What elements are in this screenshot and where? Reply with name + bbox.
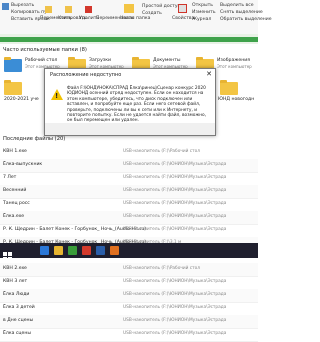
tile-new-year-title[interactable]: ЮНД новогодн [218, 97, 254, 102]
ribbon-invert-selection[interactable]: Обратить выделение [220, 17, 272, 22]
file-row[interactable]: КВН 1.exe USB-накопитель (F:)\Рабочий сто… [0, 146, 258, 160]
taskbar-app-icon[interactable] [82, 246, 91, 255]
tile-documents-title[interactable]: Документы [153, 58, 181, 63]
file-name: Ёлка.exe [3, 214, 25, 219]
ribbon-new[interactable]: Создать [142, 11, 162, 16]
school-year-folder-icon[interactable] [4, 80, 22, 95]
file-row[interactable]: Ёлка-выпускник USB-накопитель (F:)\ЮНИОН\… [0, 159, 258, 173]
move-icon[interactable] [45, 6, 52, 13]
tile-pictures-title[interactable]: Изображения [217, 58, 250, 63]
desktop-folder-icon[interactable] [4, 57, 22, 72]
file-name: КВН 3 лет [3, 279, 28, 284]
ribbon: Вырезать Копировать путь Вставить ярлык … [0, 0, 272, 35]
taskbar-app-icon[interactable] [110, 246, 119, 255]
start-button-icon[interactable] [3, 246, 12, 261]
file-path: USB-накопитель (F:)\ЮНИОН\Музыка\Эстрада [123, 318, 227, 323]
file-row[interactable]: КВН 3 лет USB-накопитель (F:)\ЮНИОН\Музык… [0, 276, 258, 290]
tile-downloads-title[interactable]: Загрузки [89, 58, 111, 63]
dialog-title: Расположение недоступно [50, 72, 122, 78]
dialog-footer [45, 123, 215, 135]
file-row[interactable]: Р. К. Щедрин - Балет Конек - Горбунок_ Н… [0, 224, 258, 238]
recent-files-title: Последние файлы (20) [3, 136, 66, 142]
file-path: USB-накопитель (F:)\ЮНИОН\Музыка\Эстрада [123, 214, 227, 219]
file-row[interactable]: в Дне сцены USB-накопитель (F:)\ЮНИОН\Муз… [0, 315, 258, 329]
file-path: USB-накопитель (F:)\Рабочий стол [123, 149, 201, 154]
taskbar-app-icon[interactable] [54, 246, 63, 255]
file-name: Весенний [3, 188, 27, 193]
file-name: Ёлка Люди [3, 292, 30, 297]
file-row[interactable]: КВН 2.exe USB-накопитель (F:)\Рабочий сто… [0, 263, 258, 277]
file-row[interactable]: Ёлка 3 детей USB-накопитель (F:)\ЮНИОН\Му… [0, 302, 258, 316]
file-path: USB-накопитель (F:)\ЮНИОН\Музыка\Эстрада [123, 279, 227, 284]
file-row[interactable]: Весенний USB-накопитель (F:)\ЮНИОН\Музыка… [0, 185, 258, 199]
file-name: КВН 1.exe [3, 149, 27, 154]
delete-icon[interactable] [85, 6, 92, 13]
properties-icon[interactable] [178, 4, 187, 13]
tile-desktop-title[interactable]: Рабочий стол [25, 58, 57, 63]
file-name: Ёлка сцены [3, 331, 31, 336]
ribbon-select-all[interactable]: Выделить все [220, 3, 254, 8]
ribbon-select-none[interactable]: Снять выделение [220, 10, 263, 15]
file-row[interactable]: 7 Лет USB-накопитель (F:)\ЮНИОН\Музыка\Эс… [0, 172, 258, 186]
file-name: в Дне сцены [3, 318, 34, 323]
ribbon-history[interactable]: Журнал [192, 17, 211, 22]
file-name: Ёлка 3 детей [3, 305, 35, 310]
file-name: 7 Лет [3, 175, 17, 180]
pin-icon[interactable] [2, 3, 9, 10]
file-path: USB-накопитель (F:)\ЮНИОН\Музыка\Эстрада [123, 175, 227, 180]
ribbon-edit[interactable]: Изменить [192, 10, 216, 15]
file-name: Танец росс [3, 201, 30, 206]
file-path: USB-накопитель (F:)\ЮНИОН\Музыка\Эстрада [123, 305, 227, 310]
progress-fill [0, 37, 258, 42]
file-path: USB-накопитель (F:)\ЮНИОН\Музыка\Эстрада [123, 331, 227, 336]
file-row[interactable]: Ёлка.exe USB-накопитель (F:)\ЮНИОН\Музыка… [0, 211, 258, 225]
frequent-folders-title: Часто используемые папки (8) [3, 47, 87, 53]
ribbon-easy-access[interactable]: Простой доступ [142, 4, 181, 9]
close-icon[interactable]: ✕ [206, 70, 212, 78]
taskbar-app-icon[interactable] [96, 246, 105, 255]
file-path: USB-накопитель (F:)\ЮНИОН\Музыка\Эстрада [123, 162, 227, 167]
file-row[interactable]: Ёлка сцены USB-накопитель (F:)\ЮНИОН\Музы… [0, 328, 258, 342]
file-path: USB-накопитель (F:)\ЮНИОН\Музыка\Эстрада [123, 292, 227, 297]
file-path: USB-накопитель (F:)\ЮНИОН\Музыка\Эстрада [123, 188, 227, 193]
location-unavailable-dialog: Расположение недоступно ✕ ! Файл F:\ЮНДУ… [44, 68, 216, 136]
file-path: USB-накопитель (F:)\ЮНИОН\Музыка\Эстрада [123, 227, 227, 232]
dialog-message: Файл F:\ЮНДУНОКА\СПРАД Ёлка\ринец\Сценар… [67, 86, 207, 124]
taskbar [0, 243, 258, 258]
file-path: USB-накопитель (F:)\ЮНИОН\Музыка\Эстрада [123, 201, 227, 206]
tile-pictures-subtitle: Этот компьютер [217, 64, 252, 69]
file-name: КВН 2.exe [3, 266, 27, 271]
tile-school-year-title[interactable]: 2020-2021 уче [4, 97, 39, 102]
file-path: USB-накопитель (F:)\Рабочий стол [123, 266, 201, 271]
copy-icon[interactable] [65, 6, 72, 13]
new-year-folder-icon[interactable] [220, 80, 238, 95]
ribbon-new-folder[interactable]: Новая папка [120, 16, 150, 21]
ribbon-open[interactable]: Открыть [192, 3, 213, 8]
taskbar-app-icon[interactable] [40, 246, 49, 255]
ribbon-cut[interactable]: Вырезать [11, 3, 34, 8]
new-folder-icon[interactable] [124, 4, 134, 13]
file-row[interactable]: Танец росс USB-накопитель (F:)\ЮНИОН\Музы… [0, 198, 258, 212]
file-row[interactable]: Ёлка Люди USB-накопитель (F:)\ЮНИОН\Музык… [0, 289, 258, 303]
taskbar-app-icon[interactable] [68, 246, 77, 255]
file-name: Ёлка-выпускник [3, 162, 43, 167]
warning-exclamation: ! [55, 92, 59, 100]
